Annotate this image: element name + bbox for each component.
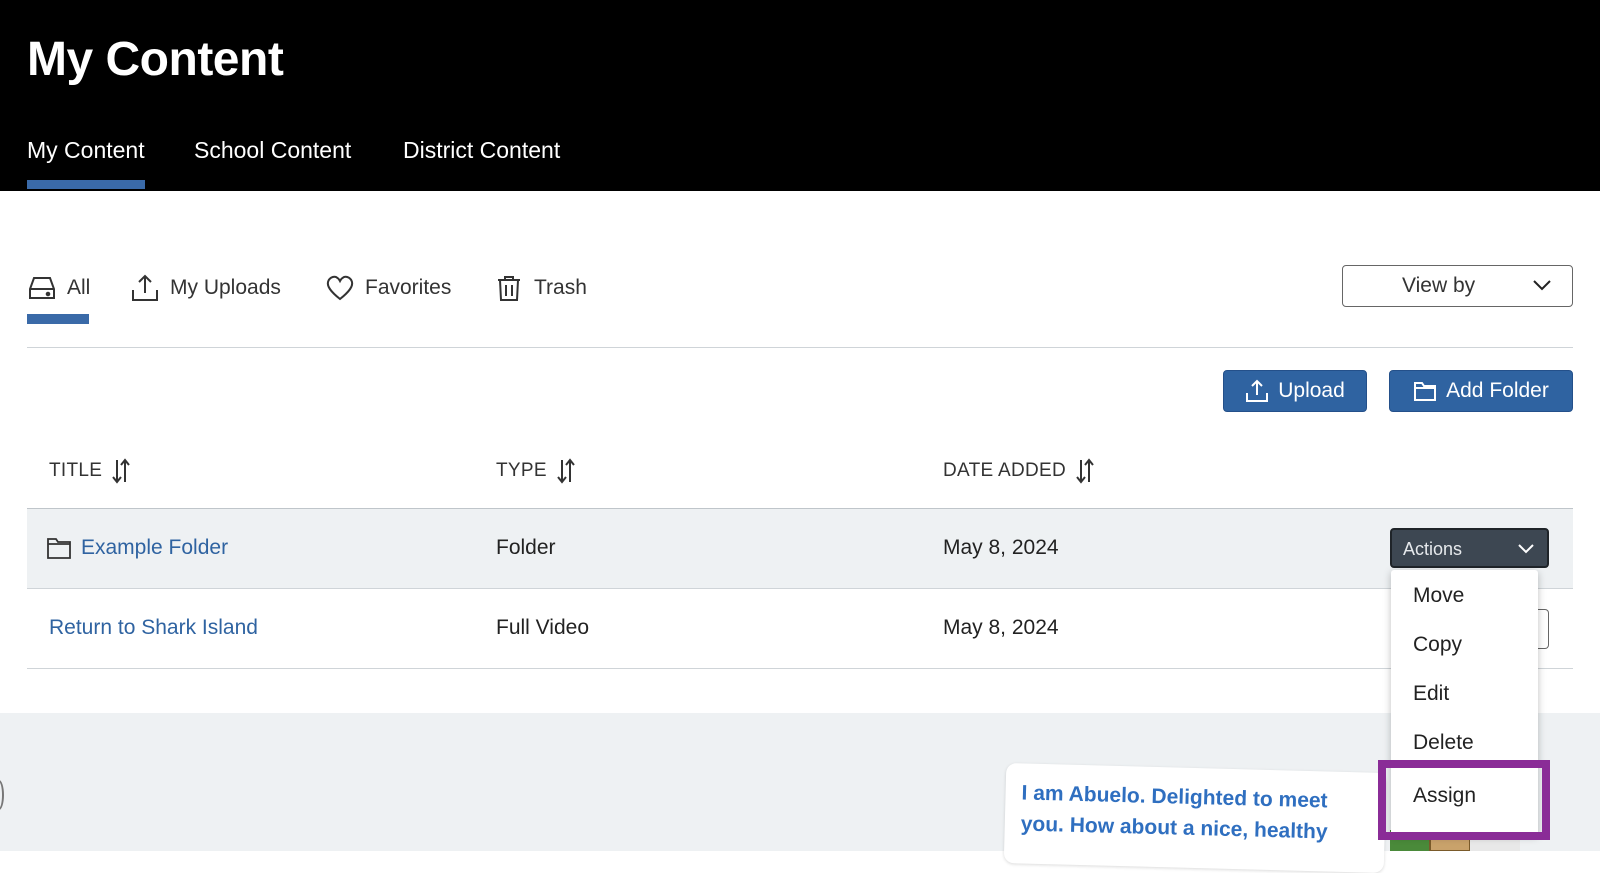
- chevron-down-icon: [1533, 280, 1551, 291]
- tab-school-content[interactable]: School Content: [194, 137, 351, 164]
- tab-district-content[interactable]: District Content: [403, 137, 560, 164]
- menu-item-delete[interactable]: Delete: [1413, 731, 1474, 755]
- sort-icon: [1076, 458, 1094, 484]
- heart-icon: [326, 275, 354, 301]
- highlight-box: [1378, 760, 1550, 840]
- chevron-down-icon: [1518, 544, 1534, 554]
- upload-button[interactable]: Upload: [1223, 370, 1367, 412]
- view-by-dropdown[interactable]: View by: [1342, 265, 1573, 307]
- inbox-icon: [29, 277, 55, 299]
- actions-dropdown[interactable]: Actions: [1390, 528, 1549, 568]
- table-row: Example Folder Folder May 8, 2024: [27, 508, 1573, 589]
- subtab-trash-label: Trash: [534, 276, 587, 299]
- folder-icon: [47, 538, 71, 559]
- subtab-my-uploads-label: My Uploads: [170, 276, 281, 299]
- trash-icon: [498, 276, 520, 301]
- page-title: My Content: [27, 33, 284, 86]
- menu-item-edit[interactable]: Edit: [1413, 682, 1449, 706]
- column-header-title[interactable]: TITLE: [49, 458, 132, 484]
- subtab-all-label: All: [67, 276, 91, 299]
- upload-icon: [1246, 379, 1269, 402]
- tab-my-content[interactable]: My Content: [27, 137, 145, 189]
- row-title-link[interactable]: Return to Shark Island: [49, 616, 258, 640]
- subtab-favorites[interactable]: Favorites: [325, 270, 451, 306]
- row-title-link[interactable]: Example Folder: [81, 536, 228, 560]
- row-date: May 8, 2024: [943, 536, 1059, 559]
- actions-label: Actions: [1403, 539, 1463, 559]
- add-folder-button-label: Add Folder: [1446, 379, 1549, 402]
- menu-item-copy[interactable]: Copy: [1413, 633, 1462, 657]
- subtab-favorites-label: Favorites: [365, 276, 452, 299]
- sort-icon: [557, 458, 575, 484]
- divider: [27, 347, 1573, 348]
- upload-button-label: Upload: [1278, 379, 1345, 402]
- page-header: My Content My Content School Content Dis…: [0, 0, 1600, 191]
- subtab-my-uploads[interactable]: My Uploads: [130, 270, 281, 306]
- folder-icon: [1414, 382, 1437, 401]
- row-type: Full Video: [496, 616, 590, 639]
- character-speech-bubble: I am Abuelo. Delighted to meet you. How …: [1003, 763, 1387, 873]
- subtab-all[interactable]: All: [27, 270, 90, 306]
- add-folder-button[interactable]: Add Folder: [1389, 370, 1573, 412]
- menu-item-move[interactable]: Move: [1413, 584, 1464, 608]
- subtab-active-indicator: [27, 314, 89, 324]
- column-header-type-label: TYPE: [496, 460, 547, 481]
- column-header-date-label: DATE ADDED: [943, 460, 1067, 481]
- speech-text: I am Abuelo. Delighted to meet you. How …: [1020, 781, 1328, 844]
- upload-icon: [132, 274, 158, 301]
- row-type: Folder: [496, 536, 556, 559]
- sort-icon: [112, 458, 131, 484]
- column-header-title-label: TITLE: [49, 460, 103, 481]
- column-header-type[interactable]: TYPE: [496, 458, 577, 484]
- row-date: May 8, 2024: [943, 616, 1059, 639]
- subtab-trash[interactable]: Trash: [494, 270, 587, 306]
- view-by-label: View by: [1402, 274, 1476, 297]
- table-row: Return to Shark Island Full Video May 8,…: [27, 589, 1573, 669]
- column-header-date-added[interactable]: DATE ADDED: [943, 458, 1096, 484]
